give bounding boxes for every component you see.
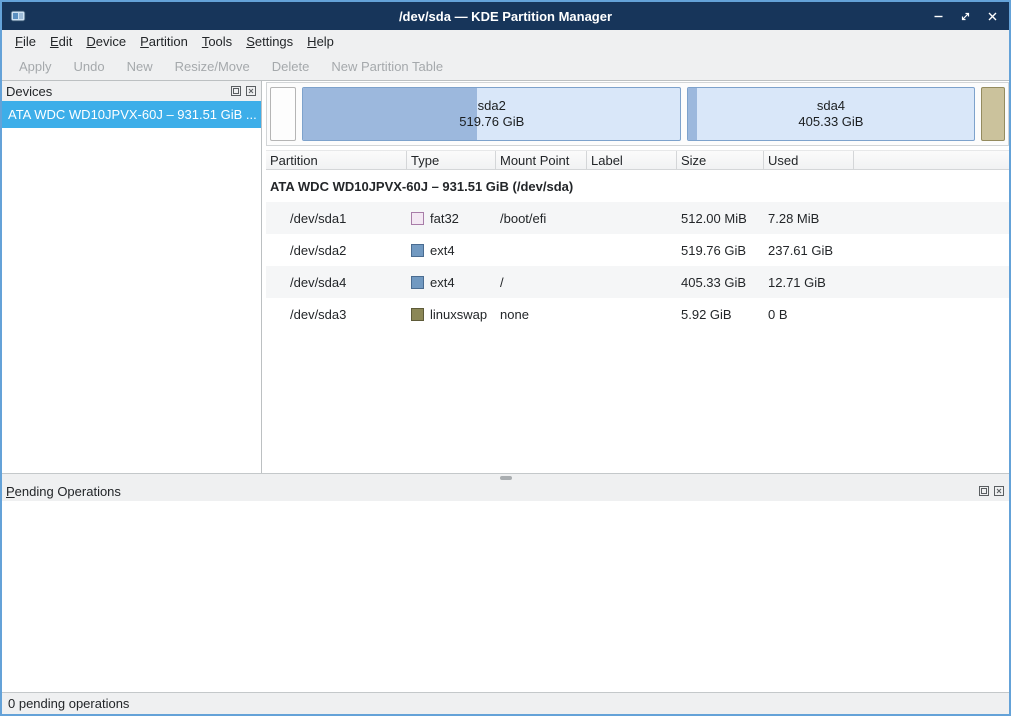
pending-operations-list (2, 501, 1009, 692)
pending-float-icon[interactable] (978, 485, 990, 497)
devices-close-icon[interactable] (245, 85, 257, 97)
window-title: /dev/sda — KDE Partition Manager (2, 9, 1009, 24)
new-button[interactable]: New (116, 55, 164, 78)
toolbar: Apply Undo New Resize/Move Delete New Pa… (2, 52, 1009, 80)
cell-used: 12.71 GiB (764, 275, 854, 290)
cell-type: linuxswap (407, 307, 496, 322)
pending-operations-header: Pending Operations (2, 481, 1009, 501)
segment-size: 405.33 GiB (798, 114, 863, 130)
cell-partition: /dev/sda1 (266, 211, 407, 226)
cell-size: 512.00 MiB (677, 211, 764, 226)
table-row-sda3[interactable]: /dev/sda3 linuxswap none 5.92 GiB 0 B (266, 298, 1009, 330)
kde-partition-manager-window: /dev/sda — KDE Partition Manager File Ed… (0, 0, 1011, 716)
pending-operations-title: Pending Operations (6, 484, 121, 499)
minimize-icon[interactable] (932, 10, 945, 23)
horizontal-splitter[interactable] (2, 473, 1009, 481)
column-header-size[interactable]: Size (677, 151, 764, 169)
filesystem-color-swatch (411, 244, 424, 257)
apply-button[interactable]: Apply (8, 55, 63, 78)
cell-type: fat32 (407, 211, 496, 226)
column-header-label[interactable]: Label (587, 151, 677, 169)
cell-mount-point: /boot/efi (496, 211, 587, 226)
column-header-used[interactable]: Used (764, 151, 854, 169)
cell-partition: /dev/sda4 (266, 275, 407, 290)
titlebar[interactable]: /dev/sda — KDE Partition Manager (2, 2, 1009, 30)
partition-bar: sda2 519.76 GiB sda4 405.33 GiB (266, 82, 1009, 146)
partition-table: Partition Type Mount Point Label Size Us… (266, 150, 1009, 473)
device-item-sda[interactable]: ATA WDC WD10JPVX-60J – 931.51 GiB ... (2, 101, 261, 128)
menu-device[interactable]: Device (79, 32, 133, 51)
partition-segment-sda3[interactable] (981, 87, 1005, 141)
content-area: sda2 519.76 GiB sda4 405.33 GiB (262, 81, 1009, 473)
menu-help[interactable]: Help (300, 32, 341, 51)
restore-icon[interactable] (959, 10, 972, 23)
column-header-type[interactable]: Type (407, 151, 496, 169)
undo-button[interactable]: Undo (63, 55, 116, 78)
table-empty-area (266, 330, 1009, 473)
cell-used: 7.28 MiB (764, 211, 854, 226)
partition-segment-sda4[interactable]: sda4 405.33 GiB (687, 87, 975, 141)
new-partition-table-button[interactable]: New Partition Table (320, 55, 454, 78)
filesystem-color-swatch (411, 212, 424, 225)
cell-size: 5.92 GiB (677, 307, 764, 322)
device-list: ATA WDC WD10JPVX-60J – 931.51 GiB ... (2, 101, 261, 473)
partition-segment-sda2[interactable]: sda2 519.76 GiB (302, 87, 681, 141)
column-header-filler (854, 151, 1009, 169)
cell-mount-point: none (496, 307, 587, 322)
menu-tools[interactable]: Tools (195, 32, 239, 51)
used-space-fill (688, 88, 697, 140)
close-icon[interactable] (986, 10, 999, 23)
pending-operations-panel: Pending Operations (2, 481, 1009, 692)
cell-size: 405.33 GiB (677, 275, 764, 290)
devices-float-icon[interactable] (230, 85, 242, 97)
resize-move-button[interactable]: Resize/Move (164, 55, 261, 78)
menu-partition[interactable]: Partition (133, 32, 195, 51)
menu-settings[interactable]: Settings (239, 32, 300, 51)
main-area: Devices ATA WDC WD10JPVX-60J – 931.51 Gi… (2, 80, 1009, 473)
app-icon (10, 8, 26, 24)
devices-panel-title: Devices (6, 84, 52, 99)
table-row-sda4[interactable]: /dev/sda4 ext4 / 405.33 GiB 12.71 GiB (266, 266, 1009, 298)
menubar: File Edit Device Partition Tools Setting… (2, 30, 1009, 52)
status-text: 0 pending operations (8, 696, 129, 711)
pending-close-icon[interactable] (993, 485, 1005, 497)
cell-used: 0 B (764, 307, 854, 322)
filesystem-color-swatch (411, 308, 424, 321)
table-row-sda1[interactable]: /dev/sda1 fat32 /boot/efi 512.00 MiB 7.2… (266, 202, 1009, 234)
segment-name: sda4 (817, 98, 845, 114)
cell-used: 237.61 GiB (764, 243, 854, 258)
devices-panel-header: Devices (2, 81, 261, 101)
cell-type: ext4 (407, 243, 496, 258)
cell-type: ext4 (407, 275, 496, 290)
splitter-handle[interactable] (500, 476, 512, 480)
column-header-partition[interactable]: Partition (266, 151, 407, 169)
cell-mount-point: / (496, 275, 587, 290)
device-group-row[interactable]: ATA WDC WD10JPVX-60J – 931.51 GiB (/dev/… (266, 170, 1009, 202)
delete-button[interactable]: Delete (261, 55, 321, 78)
filesystem-color-swatch (411, 276, 424, 289)
partition-segment-sda1[interactable] (270, 87, 296, 141)
used-space-fill (303, 88, 476, 140)
menu-file[interactable]: File (8, 32, 43, 51)
menu-edit[interactable]: Edit (43, 32, 79, 51)
cell-size: 519.76 GiB (677, 243, 764, 258)
table-header: Partition Type Mount Point Label Size Us… (266, 150, 1009, 170)
cell-partition: /dev/sda2 (266, 243, 407, 258)
devices-panel: Devices ATA WDC WD10JPVX-60J – 931.51 Gi… (2, 81, 262, 473)
cell-partition: /dev/sda3 (266, 307, 407, 322)
column-header-mount-point[interactable]: Mount Point (496, 151, 587, 169)
table-row-sda2[interactable]: /dev/sda2 ext4 519.76 GiB 237.61 GiB (266, 234, 1009, 266)
segment-name: sda2 (478, 98, 506, 114)
status-bar: 0 pending operations (2, 692, 1009, 714)
